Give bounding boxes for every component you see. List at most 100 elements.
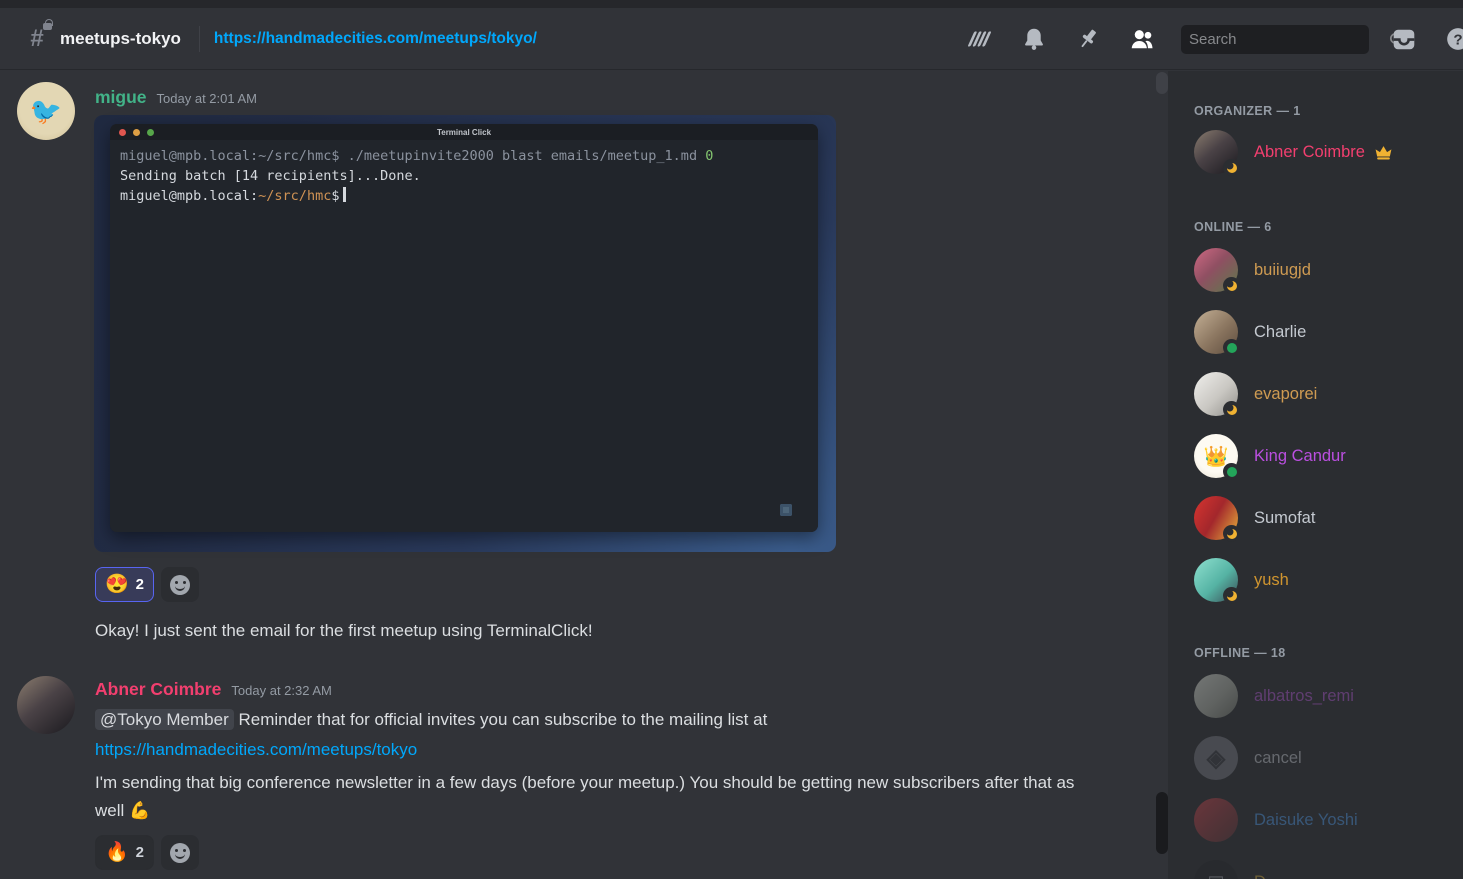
member-row[interactable]: yush: [1186, 554, 1446, 606]
add-reaction-smiley-icon: [170, 843, 190, 863]
online-status-icon: [1223, 339, 1240, 356]
timestamp: Today at 2:01 AM: [157, 91, 257, 106]
owner-crown-icon: [1374, 143, 1393, 162]
terminal-output: miguel@mpb.local:~/src/hmc$ ./meetupinvi…: [110, 140, 818, 532]
message-link-line: https://handmadecities.com/meetups/tokyo: [95, 736, 417, 764]
member-row[interactable]: ▣ D: [1186, 856, 1446, 879]
avatar: [1194, 496, 1238, 540]
lock-icon: [43, 23, 52, 30]
message-text: @Tokyo Member Reminder that for official…: [95, 706, 767, 734]
header-actions: ?: [953, 8, 1463, 70]
terminal-titlebar: Terminal Click: [110, 124, 818, 140]
header-divider: [199, 26, 200, 52]
author-name[interactable]: Abner Coimbre: [95, 679, 221, 700]
avatar: ▣: [1194, 860, 1238, 879]
window-top-strip: [0, 0, 1463, 8]
avatar: 👑: [1194, 434, 1238, 478]
member-row[interactable]: evaporei: [1186, 368, 1446, 420]
member-name: King Candur: [1254, 447, 1346, 466]
member-row[interactable]: Daisuke Yoshi: [1186, 794, 1446, 846]
terminal-window: Terminal Click miguel@mpb.local:~/src/hm…: [110, 124, 818, 532]
member-row[interactable]: 👑 King Candur: [1186, 430, 1446, 482]
message-header: migue Today at 2:01 AM: [95, 87, 257, 108]
threads-icon[interactable]: [967, 26, 993, 52]
help-icon[interactable]: ?: [1445, 26, 1463, 52]
member-name: D: [1254, 873, 1266, 879]
terminal-corner-widget: [780, 504, 792, 516]
member-row[interactable]: Sumofat: [1186, 492, 1446, 544]
scrollbar-track-cap[interactable]: [1156, 72, 1168, 94]
member-name: cancel: [1254, 749, 1302, 768]
reaction-pill[interactable]: 🔥 2: [95, 835, 154, 870]
avatar: [1194, 558, 1238, 602]
pin-icon[interactable]: [1075, 26, 1101, 52]
terminal-screenshot-attachment[interactable]: Terminal Click miguel@mpb.local:~/src/hm…: [94, 115, 836, 552]
idle-status-icon: [1223, 525, 1240, 542]
timestamp: Today at 2:32 AM: [231, 683, 331, 698]
role-mention[interactable]: @Tokyo Member: [95, 709, 234, 730]
add-reaction-button[interactable]: [161, 835, 199, 870]
bird-avatar-emoji: 🐦: [30, 96, 62, 127]
section-header-online: ONLINE — 6: [1194, 220, 1272, 234]
member-name: Abner Coimbre: [1254, 143, 1365, 162]
idle-status-icon: [1223, 277, 1240, 294]
reaction-count: 2: [136, 576, 144, 593]
reaction-pill[interactable]: 😍 2: [95, 567, 154, 602]
channel-hash-lock-icon: #: [24, 25, 50, 53]
avatar[interactable]: [17, 676, 75, 734]
avatar: [1194, 248, 1238, 292]
member-name: buiiugjd: [1254, 261, 1311, 280]
member-name: Sumofat: [1254, 509, 1315, 528]
inbox-icon[interactable]: [1391, 26, 1417, 52]
member-row[interactable]: ◈ cancel: [1186, 732, 1446, 784]
heart-eyes-emoji: 😍: [105, 575, 129, 594]
channel-name: meetups-tokyo: [60, 29, 181, 49]
member-row[interactable]: Charlie: [1186, 306, 1446, 358]
mailing-list-link[interactable]: https://handmadecities.com/meetups/tokyo: [95, 740, 417, 759]
channel-topic-link[interactable]: https://handmadecities.com/meetups/tokyo…: [214, 30, 537, 48]
search-box: [1181, 25, 1369, 54]
member-name: Charlie: [1254, 323, 1306, 342]
member-name: Daisuke Yoshi: [1254, 811, 1358, 830]
avatar: [1194, 674, 1238, 718]
robot-avatar-glyph: ▣: [1207, 872, 1224, 879]
message-header: Abner Coimbre Today at 2:32 AM: [95, 679, 332, 700]
member-row[interactable]: albatros_remi: [1186, 670, 1446, 722]
svg-text:?: ?: [1453, 31, 1462, 48]
message-text-fragment: Reminder that for official invites you c…: [238, 710, 767, 729]
section-header-organizer: ORGANIZER — 1: [1194, 104, 1301, 118]
add-reaction-button[interactable]: [161, 567, 199, 602]
idle-status-icon: [1223, 587, 1240, 604]
members-icon[interactable]: [1129, 26, 1155, 52]
reaction-count: 2: [136, 844, 144, 861]
member-name: evaporei: [1254, 385, 1317, 404]
fire-emoji: 🔥: [105, 843, 129, 862]
avatar: ◈: [1194, 736, 1238, 780]
channel-header: # meetups-tokyo https://handmadecities.c…: [0, 8, 1463, 70]
online-status-icon: [1223, 463, 1240, 480]
avatar: [1194, 372, 1238, 416]
idle-status-icon: [1223, 401, 1240, 418]
avatar: [1194, 130, 1238, 174]
member-row[interactable]: buiiugjd: [1186, 244, 1446, 296]
message-text: Okay! I just sent the email for the firs…: [95, 617, 593, 645]
bell-icon[interactable]: [1021, 26, 1047, 52]
message-list: 🐦 migue Today at 2:01 AM Terminal Click …: [0, 71, 1168, 879]
idle-status-icon: [1223, 159, 1240, 176]
message-text: I'm sending that big conference newslett…: [95, 769, 1080, 825]
add-reaction-smiley-icon: [170, 575, 190, 595]
avatar[interactable]: 🐦: [17, 82, 75, 140]
terminal-title: Terminal Click: [110, 128, 818, 137]
scrollbar-thumb[interactable]: [1156, 792, 1168, 854]
member-list-sidebar: ORGANIZER — 1 Abner Coimbre ONLINE — 6 b…: [1168, 71, 1463, 879]
avatar: [1194, 310, 1238, 354]
terminal-cursor: [343, 187, 346, 202]
member-row[interactable]: Abner Coimbre: [1186, 126, 1446, 178]
search-input[interactable]: [1189, 31, 1388, 48]
author-name[interactable]: migue: [95, 87, 147, 108]
reaction-row: 😍 2: [95, 567, 199, 602]
member-name: albatros_remi: [1254, 687, 1354, 706]
discord-app: # meetups-tokyo https://handmadecities.c…: [0, 0, 1463, 879]
member-name: yush: [1254, 571, 1289, 590]
reaction-row: 🔥 2: [95, 835, 199, 870]
